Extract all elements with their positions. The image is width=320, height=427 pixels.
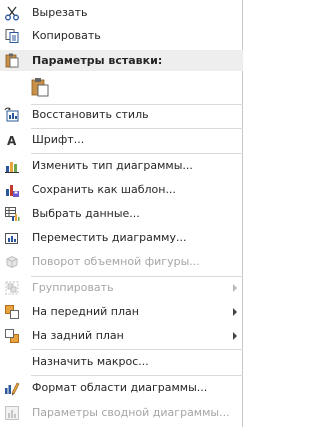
menu-item-pivot-chart-options: Параметры сводной диаграммы... [0, 402, 243, 424]
menu-item-change-chart-type-label: Изменить тип диаграммы... [32, 159, 193, 172]
submenu-arrow-icon [233, 308, 237, 316]
menu-item-bring-forward[interactable]: На передний план [0, 301, 243, 323]
menu-item-cut[interactable]: Вырезать [0, 2, 243, 24]
font-icon: A [4, 132, 20, 148]
group-icon [4, 280, 20, 296]
separator [31, 349, 243, 350]
menu-item-restore-style-label: Восстановить стиль [32, 108, 149, 121]
scissors-icon [4, 5, 20, 21]
format-chart-area-icon [4, 380, 20, 396]
bring-forward-icon [4, 304, 20, 320]
menu-item-restore-style[interactable]: Восстановить стиль [0, 104, 243, 126]
menu-item-3d-rotation: Поворот объемной фигуры... [0, 251, 243, 273]
send-backward-icon [4, 328, 20, 344]
separator [31, 375, 243, 376]
separator [31, 153, 243, 154]
menu-item-font-label: Шрифт... [32, 133, 85, 146]
menu-item-cut-label: Вырезать [32, 6, 88, 19]
menu-item-bring-forward-label: На передний план [32, 305, 139, 318]
pivot-chart-icon [4, 405, 20, 421]
menu-item-format-chart-area[interactable]: Формат области диаграммы... [0, 377, 243, 399]
menu-item-format-chart-area-label: Формат области диаграммы... [32, 381, 208, 394]
paste-options-header: Параметры вставки: [0, 50, 243, 71]
menu-item-change-chart-type[interactable]: Изменить тип диаграммы... [0, 155, 243, 177]
menu-item-save-as-template[interactable]: Сохранить как шаблон... [0, 179, 243, 201]
menu-item-3d-rotation-label: Поворот объемной фигуры... [32, 255, 200, 268]
submenu-arrow-icon [233, 284, 237, 292]
menu-item-send-backward[interactable]: На задний план [0, 325, 243, 347]
paste-header-icon [4, 52, 20, 68]
svg-text:A: A [7, 134, 17, 148]
3d-rotation-icon [4, 254, 20, 270]
submenu-arrow-icon [233, 332, 237, 340]
menu-item-move-chart[interactable]: Переместить диаграмму... [0, 227, 243, 249]
paste-options-header-label: Параметры вставки: [32, 54, 163, 67]
context-menu: Вырезать Копировать Параметры вставки: В… [0, 0, 243, 427]
menu-item-save-as-template-label: Сохранить как шаблон... [32, 183, 176, 196]
menu-item-send-backward-label: На задний план [32, 329, 124, 342]
menu-item-assign-macro[interactable]: Назначить макрос... [0, 351, 243, 373]
move-chart-icon [4, 230, 20, 246]
restore-style-icon [4, 107, 20, 123]
paste-keep-formatting-button[interactable] [28, 75, 52, 99]
menu-item-move-chart-label: Переместить диаграмму... [32, 231, 187, 244]
save-template-icon [4, 182, 20, 198]
menu-item-assign-macro-label: Назначить макрос... [32, 355, 149, 368]
clipboard-icon [30, 77, 50, 97]
chart-type-icon [4, 158, 20, 174]
menu-item-copy[interactable]: Копировать [0, 25, 243, 47]
copy-icon [4, 28, 20, 44]
menu-item-group: Группировать [0, 277, 243, 299]
menu-item-group-label: Группировать [32, 281, 114, 294]
menu-item-pivot-chart-options-label: Параметры сводной диаграммы... [32, 406, 230, 419]
menu-item-font[interactable]: A Шрифт... [0, 129, 243, 151]
menu-item-copy-label: Копировать [32, 29, 101, 42]
select-data-icon [4, 206, 20, 222]
menu-item-select-data-label: Выбрать данные... [32, 207, 140, 220]
menu-item-select-data[interactable]: Выбрать данные... [0, 203, 243, 225]
